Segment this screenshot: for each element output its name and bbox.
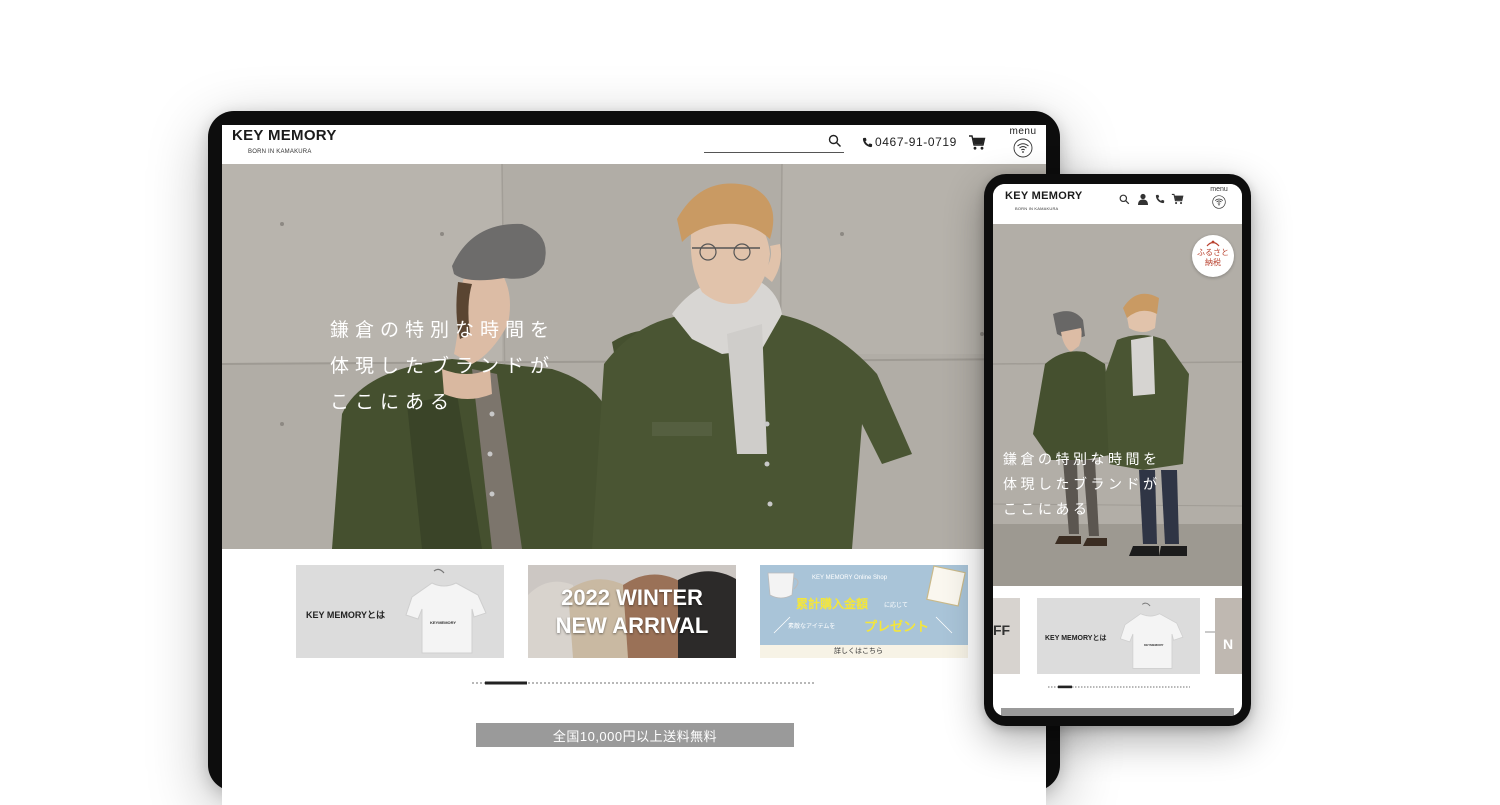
banner-present-subline: 素敵なアイテムを <box>788 623 836 630</box>
phone-call-icon[interactable] <box>1155 194 1165 204</box>
banner-winter-line-2: NEW ARRIVAL <box>555 613 709 638</box>
phone-tshirt-illustration <box>1119 602 1184 669</box>
banner-present-present: プレゼント <box>864 620 930 635</box>
banner-present-headline: 累計購入金額 <box>796 597 869 611</box>
furusato-badge[interactable]: ふるさと 納税 <box>1192 235 1234 277</box>
phone-banner-about[interactable]: KEY MEMORYとは KEYMEMORY <box>1037 598 1200 674</box>
banner-winter-line-1: 2022 WINTER <box>561 585 703 610</box>
phone-banner-about-label: KEY MEMORYとは <box>1045 635 1107 642</box>
phone-search-icon[interactable] <box>1119 194 1130 205</box>
phone-banner-prev-text: FF <box>993 622 1011 638</box>
furusato-icon <box>1206 239 1220 247</box>
search-icon[interactable] <box>828 134 844 150</box>
furusato-line-2: 納税 <box>1205 258 1221 267</box>
hero-copy-line-1: 鎌倉の特別な時間を <box>330 319 556 341</box>
cart-icon[interactable] <box>968 134 988 152</box>
tablet-screen: KEY MEMORY BORN IN KAMAKURA 0467-91-0719… <box>222 125 1046 805</box>
brand-tagline: BORN IN KAMAKURA <box>248 149 312 155</box>
phone-number: 0467-91-0719 <box>875 135 957 149</box>
phone-hero-copy: 鎌倉の特別な時間を 体現したブランドが ここにある <box>1003 448 1161 523</box>
user-icon[interactable] <box>1137 193 1149 205</box>
phone-hero-copy-line-2: 体現したブランドが <box>1003 477 1161 493</box>
wifi-menu-icon <box>1013 138 1033 158</box>
phone-device: KEY MEMORY BORN IN KAMAKURA menu 鎌倉の特別な時… <box>984 174 1251 726</box>
banner-present[interactable]: KEY MEMORY Online Shop 累計購入金額 に応じて 素敵なアイ… <box>760 565 968 658</box>
tshirt-print: KEYMEMORY <box>430 620 457 625</box>
phone-header: KEY MEMORY BORN IN KAMAKURA menu <box>993 184 1242 224</box>
phone-brand-logo[interactable]: KEY MEMORY <box>1005 190 1083 202</box>
tablet-header: KEY MEMORY BORN IN KAMAKURA 0467-91-0719… <box>222 125 1046 164</box>
search-input[interactable] <box>704 152 844 153</box>
tablet-device: KEY MEMORY BORN IN KAMAKURA 0467-91-0719… <box>208 111 1060 805</box>
brand-logo[interactable]: KEY MEMORY <box>232 127 337 144</box>
banner-present-cta[interactable]: 詳しくはこちら <box>834 646 883 656</box>
banner-about[interactable]: KEY MEMORYとは KEYMEMORY <box>296 565 504 658</box>
banner-present-shop: KEY MEMORY Online Shop <box>812 575 888 581</box>
banner-present-suffix: に応じて <box>884 602 909 609</box>
banner-carousel: KEY MEMORYとは KEYMEMORY 2022 WINTER NEW A… <box>296 565 976 665</box>
tshirt-illustration <box>405 568 487 654</box>
phone-banner-prev[interactable]: FF <box>993 598 1020 674</box>
phone-brand-tagline: BORN IN KAMAKURA <box>1015 206 1059 211</box>
phone-hero-copy-line-1: 鎌倉の特別な時間を <box>1003 452 1161 468</box>
menu-label: menu <box>1009 126 1037 137</box>
hero-copy: 鎌倉の特別な時間を 体現したブランドが ここにある <box>330 312 555 420</box>
phone-screen: KEY MEMORY BORN IN KAMAKURA menu 鎌倉の特別な時… <box>993 184 1242 716</box>
phone-icon <box>862 137 873 148</box>
hero-image: 鎌倉の特別な時間を 体現したブランドが ここにある <box>222 164 1046 549</box>
phone-tshirt-print: KEYMEMORY <box>1144 643 1164 647</box>
coats-illustration <box>528 565 736 658</box>
phone-carousel-indicator[interactable] <box>1048 685 1190 689</box>
phone-hero-copy-line-3: ここにある <box>1003 502 1091 518</box>
free-shipping-banner: 全国10,000円以上送料無料 <box>476 723 794 747</box>
hero-copy-line-2: 体現したブランドが <box>330 355 556 377</box>
phone-hero-image: 鎌倉の特別な時間を 体現したブランドが ここにある <box>993 224 1242 586</box>
phone-menu-button[interactable]: menu <box>1208 186 1230 209</box>
furusato-line-1: ふるさと <box>1197 248 1229 257</box>
phone-link[interactable]: 0467-91-0719 <box>862 135 957 149</box>
phone-hero-photo-art <box>993 224 1242 586</box>
banner-winter[interactable]: 2022 WINTER NEW ARRIVAL <box>528 565 736 658</box>
carousel-indicator[interactable] <box>472 681 816 685</box>
phone-banner-next-text: N <box>1223 636 1234 652</box>
phone-banner-next[interactable]: N <box>1215 598 1242 674</box>
hero-copy-line-3: ここにある <box>330 391 456 413</box>
phone-menu-label: menu <box>1210 186 1228 193</box>
phone-wifi-menu-icon <box>1212 195 1226 209</box>
menu-button[interactable]: menu <box>1008 126 1038 162</box>
banner-about-label: KEY MEMORYとは <box>306 610 386 620</box>
phone-free-shipping-bar <box>1001 708 1234 716</box>
phone-cart-icon[interactable] <box>1171 193 1184 205</box>
phone-banner-carousel: FF KEY MEMORYとは KEYMEMORY N <box>993 598 1242 678</box>
